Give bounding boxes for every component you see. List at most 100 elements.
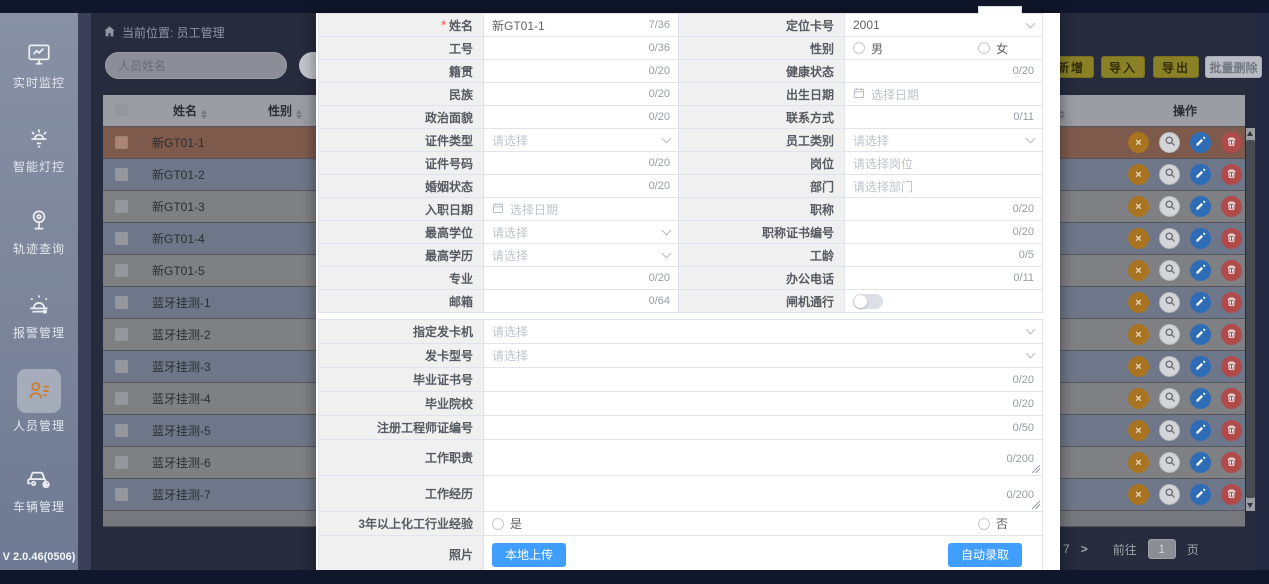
import-button[interactable]: 导入 xyxy=(1101,56,1145,78)
row-checkbox[interactable] xyxy=(115,488,128,501)
date-input[interactable]: 选择日期 xyxy=(845,83,1043,106)
view-button[interactable] xyxy=(1159,324,1180,345)
text-input[interactable]: 0/20 xyxy=(845,221,1043,244)
row-checkbox[interactable] xyxy=(115,200,128,213)
delete-button[interactable] xyxy=(1221,292,1242,313)
text-input[interactable]: 新GT01-17/36 xyxy=(484,14,679,37)
delete-button[interactable] xyxy=(1221,260,1242,281)
text-input[interactable]: 0/36 xyxy=(484,37,679,60)
cancel-card-button[interactable]: × xyxy=(1128,388,1149,409)
select-input[interactable]: 请选择 xyxy=(484,244,679,267)
text-input[interactable]: 0/11 xyxy=(845,106,1043,129)
row-checkbox[interactable] xyxy=(115,296,128,309)
edit-button[interactable] xyxy=(1190,484,1211,505)
cancel-card-button[interactable]: × xyxy=(1128,324,1149,345)
view-button[interactable] xyxy=(1159,260,1180,281)
radio-option[interactable]: 否 xyxy=(978,515,1008,532)
edit-button[interactable] xyxy=(1190,196,1211,217)
cancel-card-button[interactable]: × xyxy=(1128,420,1149,441)
local-upload-button[interactable]: 本地上传 xyxy=(492,543,566,567)
sort-icon[interactable] xyxy=(296,110,302,119)
text-input[interactable]: 0/64 xyxy=(484,290,679,313)
edit-button[interactable] xyxy=(1190,228,1211,249)
text-input[interactable]: 0/20 xyxy=(484,152,679,175)
text-input[interactable]: 0/20 xyxy=(484,175,679,198)
view-button[interactable] xyxy=(1159,228,1180,249)
search-input[interactable] xyxy=(105,52,287,79)
sort-icon[interactable] xyxy=(201,110,207,119)
view-button[interactable] xyxy=(1159,356,1180,377)
view-button[interactable] xyxy=(1159,132,1180,153)
view-button[interactable] xyxy=(1159,292,1180,313)
export-button[interactable]: 导出 xyxy=(1153,56,1199,78)
edit-button[interactable] xyxy=(1190,356,1211,377)
delete-button[interactable] xyxy=(1221,196,1242,217)
text-input[interactable]: 0/20 xyxy=(484,267,679,290)
edit-button[interactable] xyxy=(1190,260,1211,281)
batch-delete-button[interactable]: 批量删除 xyxy=(1205,56,1262,78)
view-button[interactable] xyxy=(1159,420,1180,441)
text-input[interactable]: 0/20 xyxy=(484,60,679,83)
view-button[interactable] xyxy=(1159,196,1180,217)
delete-button[interactable] xyxy=(1221,324,1242,345)
page-number-button[interactable]: 7 xyxy=(1063,542,1070,556)
delete-button[interactable] xyxy=(1221,356,1242,377)
delete-button[interactable] xyxy=(1221,388,1242,409)
edit-button[interactable] xyxy=(1190,132,1211,153)
cancel-card-button[interactable]: × xyxy=(1128,132,1149,153)
edit-button[interactable] xyxy=(1190,388,1211,409)
sidebar-item-5[interactable]: 人员管理 xyxy=(0,369,78,434)
delete-button[interactable] xyxy=(1221,484,1242,505)
sidebar-item-2[interactable]: 智能灯控 xyxy=(0,125,78,175)
select-input[interactable]: 请选择 xyxy=(845,129,1043,152)
delete-button[interactable] xyxy=(1221,228,1242,249)
scroll-up-arrow-icon[interactable] xyxy=(1247,131,1253,136)
scroll-down-arrow-icon[interactable] xyxy=(1247,503,1253,508)
select-input[interactable]: 请选择 xyxy=(484,344,1043,368)
row-checkbox[interactable] xyxy=(115,328,128,341)
goto-page-input[interactable] xyxy=(1148,539,1176,559)
cancel-card-button[interactable]: × xyxy=(1128,484,1149,505)
edit-button[interactable] xyxy=(1190,452,1211,473)
cancel-card-button[interactable]: × xyxy=(1128,196,1149,217)
cancel-card-button[interactable]: × xyxy=(1128,292,1149,313)
delete-button[interactable] xyxy=(1221,420,1242,441)
row-checkbox[interactable] xyxy=(115,360,128,373)
text-input[interactable]: 0/11 xyxy=(845,267,1043,290)
edit-button[interactable] xyxy=(1190,292,1211,313)
table-scrollbar[interactable] xyxy=(1246,128,1255,511)
gate-pass-toggle[interactable] xyxy=(853,294,883,309)
edit-button[interactable] xyxy=(1190,324,1211,345)
textarea-input[interactable]: 0/200 xyxy=(484,440,1043,476)
date-input[interactable]: 选择日期 xyxy=(484,198,679,221)
row-checkbox[interactable] xyxy=(115,392,128,405)
row-checkbox[interactable] xyxy=(115,424,128,437)
sidebar-item-3[interactable]: 轨迹查询 xyxy=(0,207,78,257)
select-input[interactable]: 2001 xyxy=(845,14,1043,37)
radio-option[interactable]: 是 xyxy=(492,515,522,532)
text-input[interactable]: 0/20 xyxy=(845,60,1043,83)
edit-button[interactable] xyxy=(1190,164,1211,185)
resize-handle-icon[interactable] xyxy=(1032,501,1040,509)
row-checkbox[interactable] xyxy=(115,264,128,277)
row-checkbox[interactable] xyxy=(115,232,128,245)
text-input[interactable]: 0/5 xyxy=(845,244,1043,267)
text-input[interactable]: 0/20 xyxy=(484,83,679,106)
edit-button[interactable] xyxy=(1190,420,1211,441)
radio-option[interactable]: 女 xyxy=(978,40,1008,57)
view-button[interactable] xyxy=(1159,388,1180,409)
text-input[interactable]: 请选择部门 xyxy=(845,175,1043,198)
cancel-card-button[interactable]: × xyxy=(1128,228,1149,249)
textarea-input[interactable]: 0/200 xyxy=(484,476,1043,512)
row-checkbox[interactable] xyxy=(115,456,128,469)
delete-button[interactable] xyxy=(1221,164,1242,185)
text-input[interactable]: 0/20 xyxy=(484,392,1043,416)
cancel-card-button[interactable]: × xyxy=(1128,260,1149,281)
view-button[interactable] xyxy=(1159,452,1180,473)
select-input[interactable]: 请选择 xyxy=(484,221,679,244)
next-page-button[interactable]: > xyxy=(1081,542,1088,556)
text-input[interactable]: 0/20 xyxy=(484,106,679,129)
photo-buttons-cell[interactable]: 本地上传自动录取 xyxy=(484,536,1043,574)
view-button[interactable] xyxy=(1159,164,1180,185)
select-input[interactable]: 请选择 xyxy=(484,129,679,152)
